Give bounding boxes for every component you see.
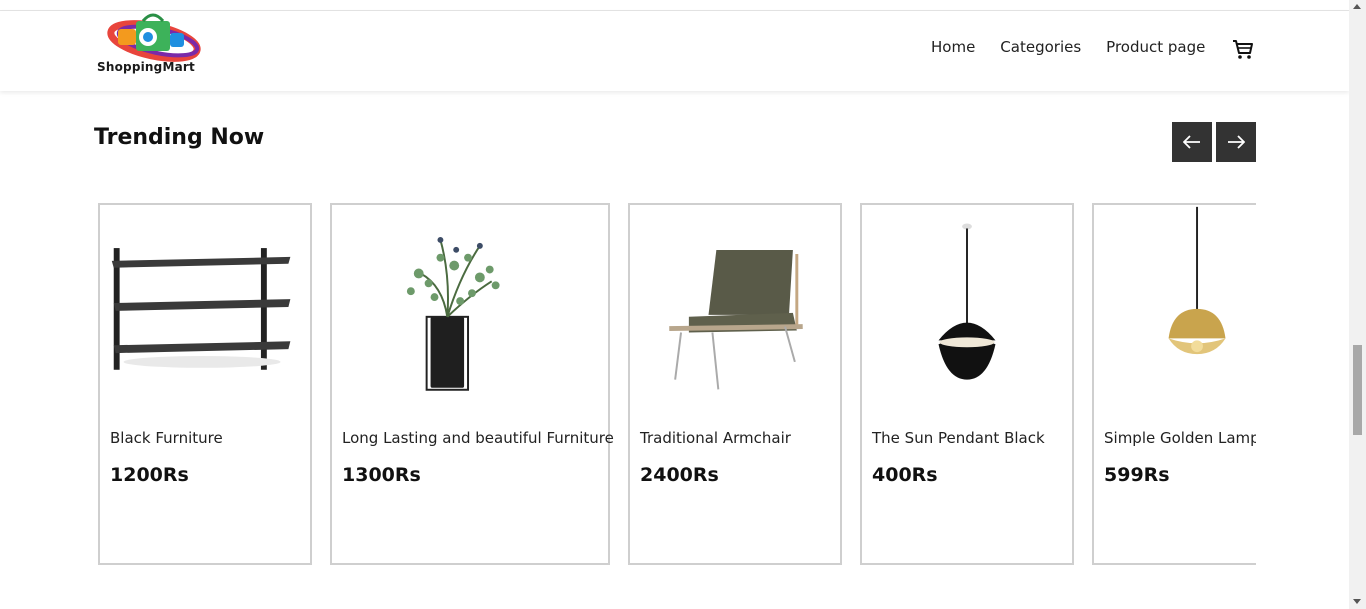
arrow-left-icon (1183, 135, 1200, 149)
product-card[interactable]: The Sun Pendant Black 400Rs (860, 203, 1074, 565)
page-scrollbar[interactable] (1349, 0, 1366, 609)
arrow-right-icon (1228, 135, 1245, 149)
nav-categories[interactable]: Categories (1000, 38, 1081, 56)
navbar: ShoppingMart Home Categories Product pag… (0, 11, 1349, 91)
product-name: Traditional Armchair (640, 429, 791, 447)
browser-top-edge (0, 0, 1349, 11)
carousel-next-button[interactable] (1216, 122, 1256, 162)
brand-name: ShoppingMart (97, 60, 195, 74)
product-price: 2400Rs (640, 464, 719, 486)
pendant-lamp-black-image (938, 223, 996, 380)
product-name: Simple Golden Lamp (1104, 429, 1256, 447)
pendant-lamp-gold-image (1168, 206, 1226, 355)
nav-product-page[interactable]: Product page (1106, 38, 1205, 56)
product-name: Long Lasting and beautiful Furniture (342, 429, 614, 447)
product-card[interactable]: Simple Golden Lamp 599Rs (1092, 203, 1256, 565)
product-price: 599Rs (1104, 464, 1170, 486)
product-price: 1300Rs (342, 464, 421, 486)
nav-home[interactable]: Home (931, 38, 975, 56)
wall-shelf-image (111, 248, 291, 370)
product-price: 1200Rs (110, 464, 189, 486)
product-price: 400Rs (872, 464, 938, 486)
armchair-image (669, 250, 803, 390)
trending-carousel: Black Furniture 1200Rs Long Lasting and … (98, 203, 1256, 565)
product-card[interactable]: Long Lasting and beautiful Furniture 130… (330, 203, 614, 565)
product-name: Black Furniture (110, 429, 223, 447)
product-card[interactable]: Traditional Armchair 2400Rs (628, 203, 842, 565)
plant-vase-image (406, 236, 500, 391)
scroll-up-icon[interactable] (1353, 4, 1361, 9)
section-title: Trending Now (94, 125, 265, 150)
scroll-down-icon[interactable] (1353, 599, 1361, 604)
product-card[interactable]: Black Furniture 1200Rs (98, 203, 312, 565)
cart-icon[interactable] (1232, 38, 1254, 60)
product-name: The Sun Pendant Black (872, 429, 1045, 447)
carousel-prev-button[interactable] (1172, 122, 1212, 162)
main-nav: Home Categories Product page (931, 38, 1205, 56)
scrollbar-thumb[interactable] (1353, 345, 1362, 435)
